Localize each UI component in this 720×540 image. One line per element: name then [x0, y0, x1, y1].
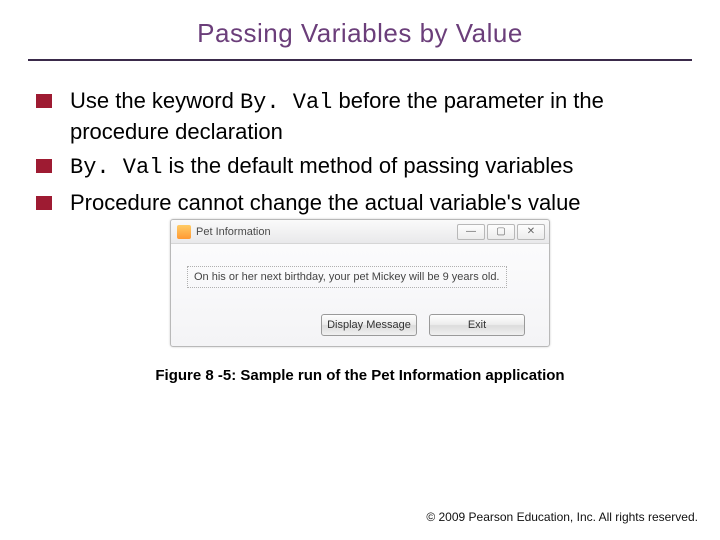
- figure-wrap: Pet Information — ▢ ✕ On his or her next…: [28, 219, 692, 347]
- bullet-2-post: is the default method of passing variabl…: [162, 153, 573, 178]
- bullet-2-code: By. Val: [70, 155, 162, 180]
- page-title: Passing Variables by Value: [28, 18, 692, 49]
- app-icon: [177, 225, 191, 239]
- bullet-1: Use the keyword By. Val before the param…: [36, 87, 692, 146]
- dialog-button-row: Display Message Exit: [187, 314, 533, 336]
- window-controls: — ▢ ✕: [457, 224, 545, 240]
- dialog-body: On his or her next birthday, your pet Mi…: [171, 244, 549, 346]
- display-message-button[interactable]: Display Message: [321, 314, 417, 336]
- bullet-3: Procedure cannot change the actual varia…: [36, 189, 692, 218]
- bullet-3-text: Procedure cannot change the actual varia…: [70, 190, 581, 215]
- dialog-titlebar: Pet Information — ▢ ✕: [171, 220, 549, 244]
- bullet-1-pre: Use the keyword: [70, 88, 240, 113]
- bullet-2: By. Val is the default method of passing…: [36, 152, 692, 183]
- minimize-button[interactable]: —: [457, 224, 485, 240]
- close-button[interactable]: ✕: [517, 224, 545, 240]
- figure-caption: Figure 8 -5: Sample run of the Pet Infor…: [28, 367, 692, 384]
- dialog-window: Pet Information — ▢ ✕ On his or her next…: [170, 219, 550, 347]
- copyright-footer: © 2009 Pearson Education, Inc. All right…: [426, 510, 698, 524]
- exit-button[interactable]: Exit: [429, 314, 525, 336]
- title-rule: [28, 59, 692, 61]
- dialog-title: Pet Information: [196, 226, 271, 238]
- maximize-button[interactable]: ▢: [487, 224, 515, 240]
- bullet-list: Use the keyword By. Val before the param…: [28, 87, 692, 217]
- bullet-1-code: By. Val: [240, 90, 332, 115]
- dialog-message: On his or her next birthday, your pet Mi…: [187, 266, 507, 288]
- slide: Passing Variables by Value Use the keywo…: [0, 0, 720, 384]
